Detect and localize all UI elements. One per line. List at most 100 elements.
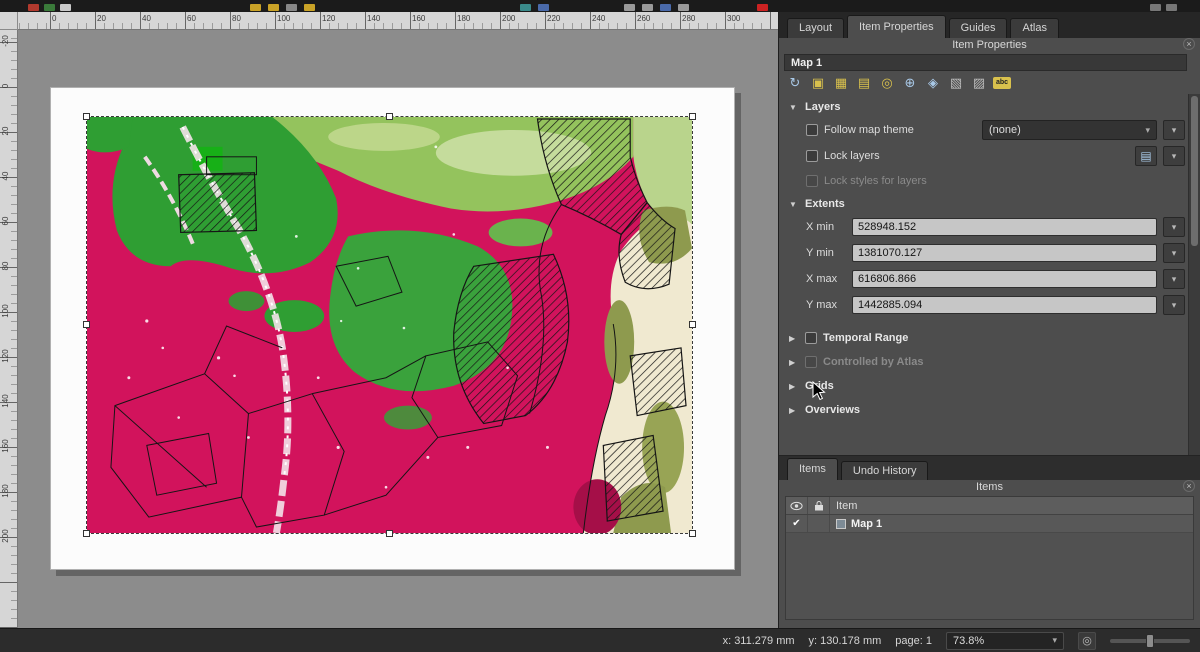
h-ruler-label: 160 bbox=[412, 14, 425, 23]
h-ruler-label: 280 bbox=[682, 14, 695, 23]
zoom-level-combo[interactable]: 73.8% ▾ bbox=[946, 632, 1064, 650]
section-checkbox[interactable] bbox=[805, 356, 817, 368]
lock-cell[interactable] bbox=[808, 515, 830, 532]
scrollbar-thumb[interactable] bbox=[1191, 96, 1198, 246]
item-properties-scroll[interactable]: ▼ Layers Follow map theme (none) ▾ ▾ Loc… bbox=[779, 94, 1200, 455]
toolbar-fragment-icon bbox=[660, 4, 671, 11]
selection-handle-middle-right[interactable] bbox=[689, 321, 696, 328]
check-icon: ✔ bbox=[792, 518, 800, 529]
set-extent-to-canvas-icon[interactable]: ▣ bbox=[809, 74, 827, 92]
move-content-icon[interactable]: ⊕ bbox=[901, 74, 919, 92]
labeling-settings-icon[interactable]: abc bbox=[993, 77, 1011, 89]
map-theme-combo[interactable]: (none) ▾ bbox=[982, 120, 1157, 140]
data-defined-override-button[interactable]: ▾ bbox=[1163, 269, 1185, 289]
items-table-row[interactable]: ✔ Map 1 bbox=[786, 515, 1193, 533]
layout-page[interactable] bbox=[50, 87, 735, 570]
map-preview-image bbox=[87, 117, 692, 533]
vertical-ruler[interactable]: -20020406080100120140160180200 bbox=[0, 30, 18, 628]
h-ruler-label: 80 bbox=[232, 14, 241, 23]
extent-input[interactable] bbox=[852, 244, 1157, 262]
items-table-header: Item bbox=[786, 497, 1193, 515]
edit-extent-icon[interactable]: ◈ bbox=[924, 74, 942, 92]
follow-map-theme-row: Follow map theme (none) ▾ ▾ bbox=[779, 117, 1187, 143]
follow-map-theme-checkbox[interactable] bbox=[806, 124, 818, 136]
items-table: Item ✔ Map 1 bbox=[785, 496, 1194, 620]
visibility-cell[interactable]: ✔ bbox=[786, 515, 808, 532]
extent-input[interactable] bbox=[852, 296, 1157, 314]
items-title-row: Items × bbox=[779, 480, 1200, 494]
lock-layers-checkbox[interactable] bbox=[806, 150, 818, 162]
section-layers[interactable]: ▼ Layers bbox=[779, 96, 1187, 117]
properties-scrollbar[interactable] bbox=[1188, 94, 1200, 455]
items-dock: Items Undo History Items × bbox=[779, 455, 1200, 628]
override-icon: ▾ bbox=[1172, 300, 1177, 311]
toolbar-fragment-icon bbox=[286, 4, 297, 11]
zoom-to-map-icon[interactable]: ◎ bbox=[878, 74, 896, 92]
map-item[interactable] bbox=[86, 116, 693, 534]
update-map-preview-icon[interactable]: ↻ bbox=[786, 74, 804, 92]
section-label: Extents bbox=[805, 198, 845, 210]
selection-handle-bottom-left[interactable] bbox=[83, 530, 90, 537]
selection-handle-bottom-middle[interactable] bbox=[386, 530, 393, 537]
lock-layers-label: Lock layers bbox=[824, 150, 880, 162]
data-defined-override-button[interactable]: ▾ bbox=[1163, 295, 1185, 315]
selection-handle-top-left[interactable] bbox=[83, 113, 90, 120]
extent-label: Y min bbox=[806, 247, 846, 259]
lock-layers-menu-button[interactable]: ▤ bbox=[1135, 146, 1157, 166]
extent-row: Y max ▾ bbox=[779, 292, 1187, 318]
extent-row: X max ▾ bbox=[779, 266, 1187, 292]
toolbar-fragment-icon bbox=[624, 4, 635, 11]
section-label: Layers bbox=[805, 101, 840, 113]
toolbar-fragment-icon bbox=[268, 4, 279, 11]
items-table-body: ✔ Map 1 bbox=[786, 515, 1193, 533]
toolbar-fragment-icon bbox=[1150, 4, 1161, 11]
extent-rows: X min ▾ Y min ▾ X max ▾ Y max ▾ bbox=[779, 214, 1187, 318]
v-ruler-label: 20 bbox=[1, 118, 13, 144]
section-checkbox[interactable] bbox=[805, 332, 817, 344]
h-ruler-label: 200 bbox=[502, 14, 515, 23]
page-readout: page: 1 bbox=[895, 635, 932, 647]
selection-handle-middle-left[interactable] bbox=[83, 321, 90, 328]
zoom-slider-knob[interactable] bbox=[1146, 634, 1154, 648]
tab-layout[interactable]: Layout bbox=[787, 18, 844, 38]
data-defined-override-button[interactable]: ▾ bbox=[1163, 217, 1185, 237]
layout-canvas[interactable] bbox=[18, 30, 778, 628]
selection-handle-top-middle[interactable] bbox=[386, 113, 393, 120]
tab-atlas[interactable]: Atlas bbox=[1010, 18, 1058, 38]
extent-input[interactable] bbox=[852, 218, 1157, 236]
map-item-icon bbox=[836, 519, 846, 529]
data-defined-override-button[interactable]: ▾ bbox=[1163, 243, 1185, 263]
section-temporal-range[interactable]: ▶ Temporal Range bbox=[779, 326, 1187, 350]
data-defined-override-button[interactable]: ▾ bbox=[1163, 120, 1185, 140]
visibility-column-header bbox=[786, 497, 808, 514]
section-overviews[interactable]: ▶ Overviews bbox=[779, 398, 1187, 422]
section-controlled-by-atlas[interactable]: ▶ Controlled by Atlas bbox=[779, 350, 1187, 374]
toolbar-fragment-icon bbox=[304, 4, 315, 11]
h-ruler-label: 60 bbox=[187, 14, 196, 23]
horizontal-ruler[interactable]: 0204060801001201401601802002202402602803… bbox=[18, 12, 778, 30]
close-panel-icon[interactable]: × bbox=[1183, 480, 1195, 492]
extent-input[interactable] bbox=[852, 270, 1157, 288]
tab-guides[interactable]: Guides bbox=[949, 18, 1008, 38]
section-extents[interactable]: ▼ Extents bbox=[779, 193, 1187, 214]
zoom-slider[interactable] bbox=[1110, 634, 1190, 648]
data-defined-override-button[interactable]: ▾ bbox=[1163, 146, 1185, 166]
tab-undo-history[interactable]: Undo History bbox=[841, 461, 929, 480]
clipping-settings-icon[interactable]: ▧ bbox=[947, 74, 965, 92]
toolbar-fragment-icon bbox=[757, 4, 768, 11]
selection-handle-top-right[interactable] bbox=[689, 113, 696, 120]
section-grids[interactable]: ▶ Grids bbox=[779, 374, 1187, 398]
tab-item-properties[interactable]: Item Properties bbox=[847, 15, 946, 38]
export-settings-icon[interactable]: ▨ bbox=[970, 74, 988, 92]
zoom-lock-button[interactable]: ◎ bbox=[1078, 632, 1096, 650]
v-ruler-label: 160 bbox=[1, 433, 13, 459]
close-panel-icon[interactable]: × bbox=[1183, 38, 1195, 50]
view-extent-in-canvas-icon[interactable]: ▦ bbox=[832, 74, 850, 92]
toolbar-fragment-icon bbox=[250, 4, 261, 11]
toolbar-fragment-icon bbox=[678, 4, 689, 11]
toolbar-fragment-icon bbox=[28, 4, 39, 11]
override-icon: ▾ bbox=[1172, 125, 1177, 136]
set-scale-to-canvas-icon[interactable]: ▤ bbox=[855, 74, 873, 92]
tab-items[interactable]: Items bbox=[787, 458, 838, 480]
selection-handle-bottom-right[interactable] bbox=[689, 530, 696, 537]
